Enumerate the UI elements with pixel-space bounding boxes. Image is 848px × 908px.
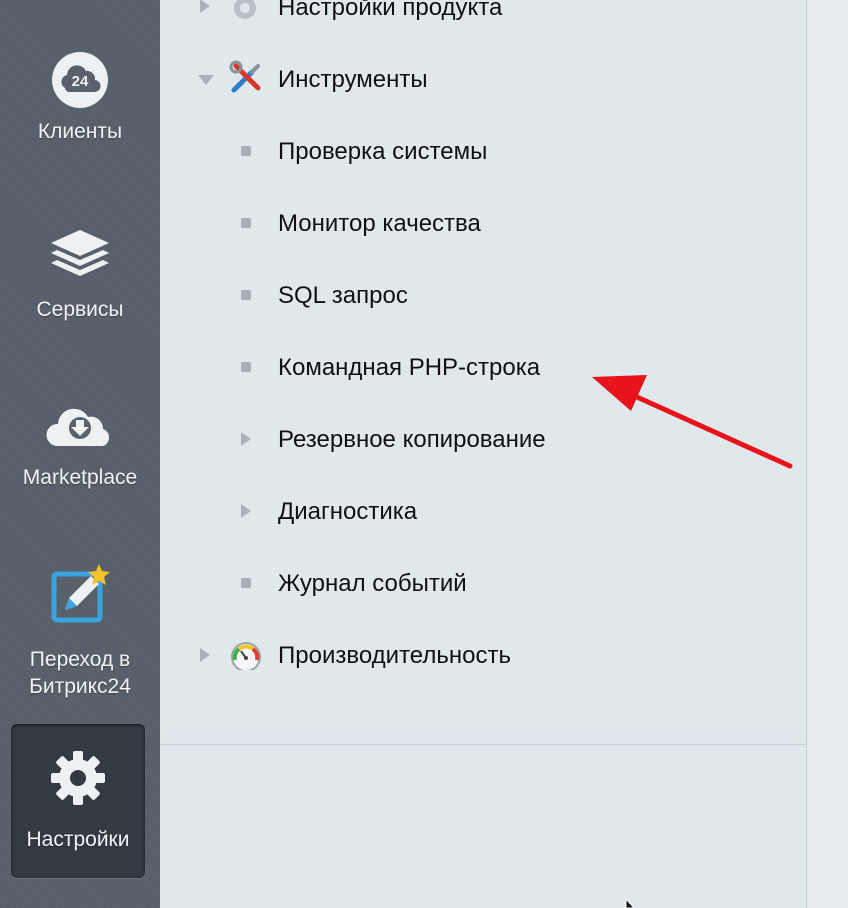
mouse-cursor-icon	[625, 898, 635, 908]
annotation-arrow-icon	[592, 375, 793, 469]
